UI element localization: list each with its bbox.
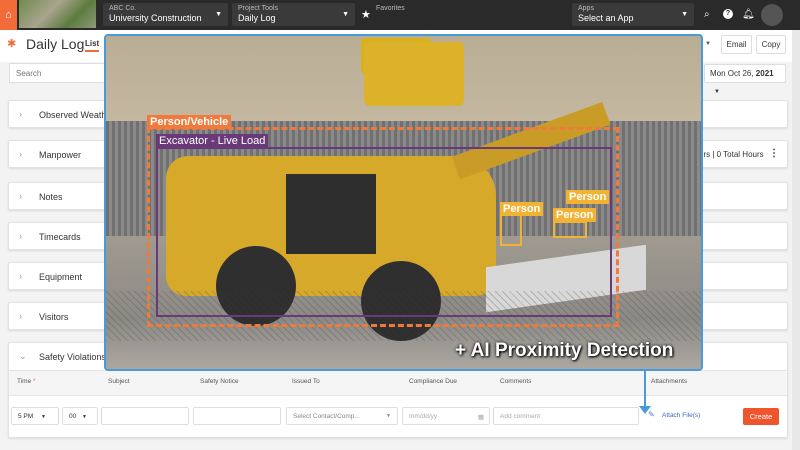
- section-label[interactable]: Safety Violations: [39, 352, 106, 362]
- column-header-subject: Subject: [108, 378, 130, 385]
- chevron-down-icon[interactable]: ▼: [705, 41, 711, 47]
- tools-value: Daily Log: [238, 13, 276, 24]
- gear-icon: ✱: [7, 38, 17, 50]
- project-name: University Construction: [109, 13, 202, 24]
- tab-list[interactable]: List: [85, 39, 100, 52]
- search-icon[interactable]: ⌕: [704, 9, 710, 20]
- date-year: 2021: [755, 69, 774, 78]
- ai-caption: + AI Proximity Detection: [455, 340, 674, 361]
- chevron-right-icon: ›: [19, 191, 22, 201]
- chevron-down-icon: ▼: [342, 11, 349, 18]
- column-header-safety-notice: Safety Notice: [200, 378, 239, 385]
- attach-files-link[interactable]: Attach File(s): [662, 412, 700, 419]
- pointer-arrow-line: [644, 371, 646, 409]
- scrollbar[interactable]: [792, 30, 800, 450]
- column-header-time: Time *: [17, 378, 36, 385]
- chevron-down-icon[interactable]: ⌄: [19, 351, 27, 362]
- page-title: Daily Log: [26, 36, 85, 52]
- chevron-right-icon: ›: [19, 231, 22, 241]
- project-thumbnail: [19, 0, 96, 28]
- chevron-right-icon: ›: [19, 271, 22, 281]
- calendar-icon[interactable]: ▦: [478, 413, 484, 421]
- section-label: Manpower: [39, 150, 82, 160]
- bell-icon[interactable]: 🔔︎: [742, 9, 755, 20]
- company-name: ABC Co.: [109, 5, 137, 12]
- minute-select[interactable]: 00 ▼: [62, 407, 98, 425]
- favorites-label[interactable]: Favorites: [376, 5, 405, 12]
- column-header-comments: Comments: [500, 378, 532, 385]
- help-icon[interactable]: ?: [723, 9, 733, 19]
- person-label: Person: [500, 202, 544, 216]
- column-header-compliance-due: Compliance Due: [409, 378, 458, 385]
- date-text: Mon Oct 26,: [710, 69, 756, 78]
- apps-selector[interactable]: Apps Select an App ▼: [572, 3, 694, 26]
- zone-label: Person/Vehicle: [147, 115, 232, 129]
- tools-label: Project Tools: [238, 5, 278, 12]
- home-button[interactable]: ⌂: [0, 0, 17, 30]
- compliance-due-input[interactable]: mm/dd/yy ▦: [402, 407, 490, 425]
- person-label: Person: [566, 190, 610, 204]
- subject-input[interactable]: [101, 407, 189, 425]
- ai-detection-photo: Person/Vehicle Excavator - Live Load Per…: [104, 34, 703, 371]
- section-label: Visitors: [39, 312, 69, 322]
- create-button[interactable]: Create: [743, 408, 779, 425]
- star-icon[interactable]: ★: [361, 8, 371, 21]
- avatar[interactable]: [761, 4, 783, 26]
- chevron-down-icon: ▼: [215, 11, 222, 18]
- hour-select[interactable]: 5 PM ▼: [11, 407, 59, 425]
- excavator-label: Excavator - Live Load: [156, 134, 269, 148]
- project-tools-selector[interactable]: Project Tools Daily Log ▼: [232, 3, 355, 26]
- chevron-right-icon: ›: [19, 311, 22, 321]
- required-mark: *: [33, 378, 36, 385]
- project-selector[interactable]: ABC Co. University Construction ▼: [103, 3, 228, 26]
- person-label: Person: [553, 208, 597, 222]
- chevron-down-icon: ▼: [714, 89, 720, 95]
- section-label: Equipment: [39, 272, 83, 282]
- date-picker[interactable]: Mon Oct 26, 2021 ▼: [704, 64, 786, 95]
- chevron-right-icon: ›: [19, 149, 22, 159]
- person-box: [553, 221, 587, 238]
- more-options-icon[interactable]: ⋮: [769, 148, 779, 159]
- apps-label: Apps: [578, 5, 594, 12]
- arrow-down-icon: [639, 406, 651, 414]
- section-label: Timecards: [39, 232, 81, 242]
- chevron-right-icon: ›: [19, 109, 22, 119]
- chevron-down-icon: ▼: [681, 11, 688, 18]
- section-label: Notes: [39, 192, 63, 202]
- column-header-issued-to: Issued To: [292, 378, 320, 385]
- manpower-summary: ers | 0 Total Hours: [699, 150, 764, 159]
- column-header-attachments: Attachments: [651, 378, 688, 385]
- home-icon: ⌂: [5, 9, 12, 21]
- copy-button[interactable]: Copy: [756, 35, 786, 54]
- person-box: [500, 214, 522, 246]
- apps-value: Select an App: [578, 13, 634, 24]
- safety-notice-input[interactable]: [193, 407, 281, 425]
- issued-to-select[interactable]: Select Contact/Comp... ▼: [286, 407, 398, 425]
- comment-input[interactable]: Add comment: [493, 407, 639, 425]
- excavator-box: [156, 147, 612, 317]
- email-button[interactable]: Email: [721, 35, 752, 54]
